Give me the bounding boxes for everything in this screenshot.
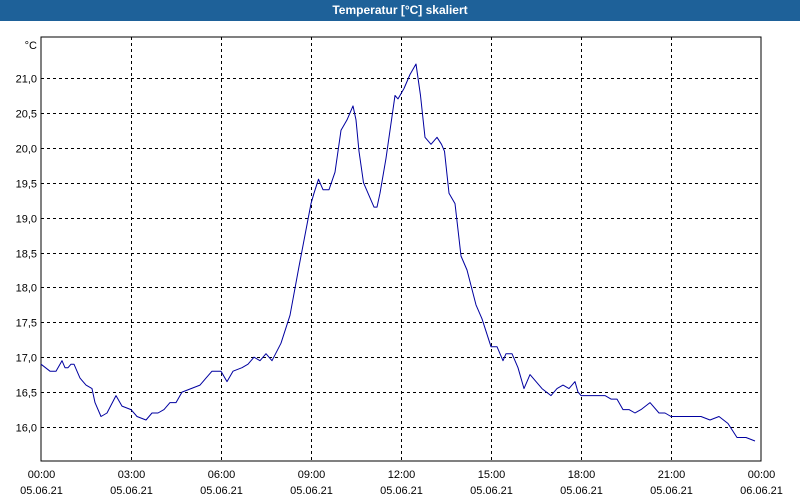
x-tick-time: 03:00: [118, 469, 146, 481]
y-tick-label: 18,0: [16, 283, 37, 295]
x-tick-date: 05.06.21: [650, 485, 693, 497]
x-tick-time: 09:00: [298, 469, 326, 481]
y-tick-label: 16,5: [16, 388, 37, 400]
y-tick-label: 18,5: [16, 249, 37, 261]
y-tick-label: 17,5: [16, 318, 37, 330]
y-tick-label: 16,0: [16, 423, 37, 435]
x-tick-date: 06.06.21: [740, 485, 783, 497]
x-tick-date: 05.06.21: [470, 485, 513, 497]
y-tick-label: 19,5: [16, 179, 37, 191]
x-tick-time: 12:00: [388, 469, 416, 481]
y-tick-label: 19,0: [16, 214, 37, 226]
y-tick-label: 20,0: [16, 144, 37, 156]
y-tick-label: 17,0: [16, 353, 37, 365]
x-tick-time: 00:00: [748, 469, 776, 481]
x-tick-date: 05.06.21: [20, 485, 63, 497]
x-tick-time: 18:00: [568, 469, 596, 481]
x-tick-time: 21:00: [658, 469, 686, 481]
y-tick-label: 21,0: [16, 74, 37, 86]
x-tick-time: 15:00: [478, 469, 506, 481]
x-tick-date: 05.06.21: [380, 485, 423, 497]
x-tick-date: 05.06.21: [560, 485, 603, 497]
chart-title: Temperatur [°C] skaliert: [0, 0, 800, 21]
x-tick-time: 06:00: [208, 469, 236, 481]
plot-area: 21,0 20,5 20,0 19,5 19,0 18,5 18,0 17,5 17,0 16,5…: [0, 21, 800, 500]
y-tick-label: 20,5: [16, 109, 37, 121]
x-tick-date: 05.06.21: [200, 485, 243, 497]
x-tick-date: 05.06.21: [110, 485, 153, 497]
y-axis-unit: °C: [25, 40, 37, 52]
temperature-chart: 21,0 20,5 20,0 19,5 19,0 18,5 18,0 17,5 17,0 16,5…: [16, 36, 783, 497]
x-tick-time: 00:00: [28, 469, 56, 481]
x-tick-date: 05.06.21: [290, 485, 333, 497]
